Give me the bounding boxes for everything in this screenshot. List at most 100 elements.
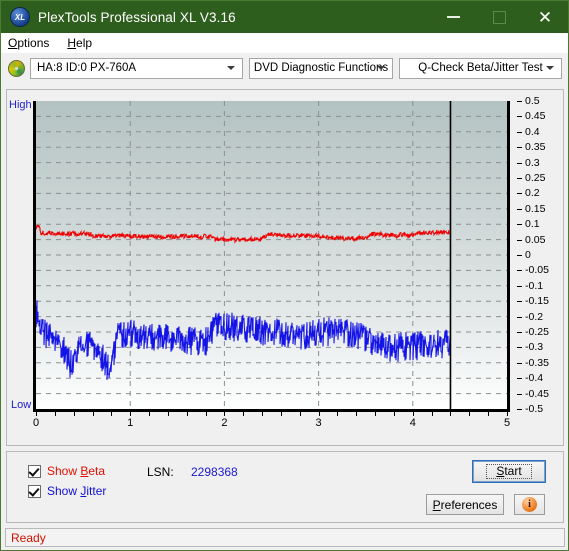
y-axis-tick-label: -0.25 xyxy=(525,326,549,338)
x-axis-tick-mark xyxy=(111,412,113,416)
maximize-button[interactable] xyxy=(476,1,522,33)
x-axis-tick-mark xyxy=(243,412,245,416)
status-bar: Ready xyxy=(5,528,565,547)
minimize-button[interactable] xyxy=(430,1,476,33)
y-axis-tick-label: -0.45 xyxy=(525,387,549,400)
check-icon xyxy=(28,464,40,477)
info-button[interactable]: i xyxy=(514,494,545,515)
y-axis-tick-label: -0.4 xyxy=(525,372,544,385)
x-axis-tick-mark xyxy=(167,412,169,416)
y-axis-tick-label: -0.05 xyxy=(525,264,549,277)
test-select-value: Q-Check Beta/Jitter Test xyxy=(418,62,543,74)
info-icon: i xyxy=(522,497,537,512)
y-axis-tick-label: 0.3 xyxy=(525,156,540,169)
selector-toolbar: HA:8 ID:0 PX-760A DVD Diagnostic Functio… xyxy=(1,53,568,80)
x-axis-tick-mark xyxy=(299,412,301,416)
lsn-value: 2298368 xyxy=(191,465,238,479)
y-axis-tick-mark xyxy=(517,255,522,256)
y-axis-tick-mark xyxy=(517,224,522,226)
x-axis-tick-mark xyxy=(149,412,151,416)
x-axis-tick-mark xyxy=(205,412,207,416)
x-axis-tick-mark xyxy=(92,412,94,416)
function-select[interactable]: DVD Diagnostic Functions xyxy=(249,57,393,79)
checkbox-box[interactable] xyxy=(28,484,41,498)
show-beta-checkbox[interactable]: Show Beta xyxy=(28,464,105,478)
y-axis-tick-mark xyxy=(517,347,522,349)
y-axis-tick-mark xyxy=(517,301,522,303)
x-axis-tick-mark xyxy=(507,412,508,416)
x-axis-tick-label: 5 xyxy=(503,417,511,429)
checkbox-box[interactable] xyxy=(28,464,41,478)
chart-panel: High Low 0.5 0.45 0.4 0.35 0.3 0.25 0.2 0.15 0.1… xyxy=(6,89,564,446)
x-axis-tick-mark xyxy=(262,412,264,416)
x-axis-tick-label: 4 xyxy=(409,417,416,429)
check-icon xyxy=(28,484,40,497)
y-axis-tick-mark xyxy=(517,116,522,118)
x-axis-tick-mark xyxy=(431,412,433,416)
x-axis-tick-mark xyxy=(337,412,339,416)
show-beta-label: Show Beta xyxy=(47,464,106,478)
minimize-icon xyxy=(446,16,460,18)
plextools-window: XL PlexTools Professional XL V3.16 ✕ Opt… xyxy=(0,0,569,551)
chart-high-label: High xyxy=(9,99,32,111)
x-axis-tick-mark xyxy=(224,412,226,416)
preferences-button-label: Preferences xyxy=(432,497,498,512)
x-axis-tick-mark xyxy=(54,412,56,416)
chart-low-label: Low xyxy=(11,399,32,411)
x-axis-tick-mark xyxy=(280,412,282,416)
menu-item-help[interactable]: Help xyxy=(67,36,92,50)
test-select[interactable]: Q-Check Beta/Jitter Test xyxy=(398,57,562,79)
x-axis-tick-mark xyxy=(375,412,377,416)
chart-inner: High Low 0.5 0.45 0.4 0.35 0.3 0.25 0.2 0.15 0.1… xyxy=(7,90,563,445)
y-axis-tick-mark xyxy=(517,285,522,287)
y-axis-tick-mark xyxy=(517,378,522,380)
y-axis-tick-label: 0.45 xyxy=(525,110,546,123)
y-axis-tick-label: 0.25 xyxy=(525,172,546,184)
y-axis-tick-mark xyxy=(517,147,522,149)
chevron-down-icon xyxy=(546,66,554,70)
y-axis-tick-label: 0.2 xyxy=(525,187,540,200)
maximize-icon xyxy=(492,10,506,24)
preferences-button[interactable]: Preferences xyxy=(426,494,504,515)
drive-select-value: HA:8 ID:0 PX-760A xyxy=(37,62,137,74)
x-axis-tick-mark xyxy=(73,412,75,416)
x-axis-tick-mark xyxy=(318,412,320,416)
y-axis: 0.5 0.45 0.4 0.35 0.3 0.25 0.2 0.15 0.1 0.05 0 -0.0… xyxy=(517,90,565,424)
start-button-label: Start xyxy=(486,464,532,479)
menu-bar: Options Help xyxy=(1,33,568,53)
x-axis-tick-mark xyxy=(356,412,358,416)
y-axis-tick-label: 0.4 xyxy=(525,125,540,138)
x-axis-tick-mark xyxy=(450,412,452,416)
drive-select[interactable]: HA:8 ID:0 PX-760A xyxy=(30,57,244,79)
chevron-down-icon xyxy=(227,66,236,70)
lsn-label: LSN: xyxy=(147,465,174,479)
y-axis-tick-mark xyxy=(517,178,522,179)
y-axis-tick-label: 0.05 xyxy=(525,233,546,246)
y-axis-tick-label: -0.3 xyxy=(525,341,544,354)
show-jitter-label: Show Jitter xyxy=(47,484,107,498)
start-button[interactable]: Start xyxy=(473,461,545,482)
y-axis-tick-label: -0.35 xyxy=(525,356,549,369)
close-button[interactable]: ✕ xyxy=(522,1,568,33)
optical-disc-icon xyxy=(8,59,25,77)
show-jitter-checkbox[interactable]: Show Jitter xyxy=(28,484,106,498)
menu-item-options[interactable]: Options xyxy=(8,36,49,50)
y-axis-tick-label: 0.35 xyxy=(525,141,546,154)
y-axis-tick-mark xyxy=(517,332,522,333)
y-axis-tick-label: 0 xyxy=(525,249,531,261)
x-axis-tick-mark xyxy=(186,412,188,416)
x-axis-tick-mark xyxy=(488,412,490,416)
x-axis-tick-mark xyxy=(469,412,471,416)
beta-jitter-plot[interactable] xyxy=(33,101,510,412)
function-select-value: DVD Diagnostic Functions xyxy=(253,62,389,74)
y-axis-tick-mark xyxy=(517,101,522,102)
y-axis-tick-mark xyxy=(517,316,522,318)
y-axis-tick-label: 0.5 xyxy=(525,95,540,107)
x-axis-tick-label: 0 xyxy=(32,417,40,429)
x-axis-tick-mark xyxy=(393,412,395,416)
y-axis-tick-mark xyxy=(517,409,522,410)
x-axis-tick-mark xyxy=(412,412,414,416)
y-axis-tick-mark xyxy=(517,393,522,395)
x-axis: 0 1 2 3 4 5 xyxy=(32,412,513,433)
y-axis-tick-label: -0.5 xyxy=(525,403,544,415)
